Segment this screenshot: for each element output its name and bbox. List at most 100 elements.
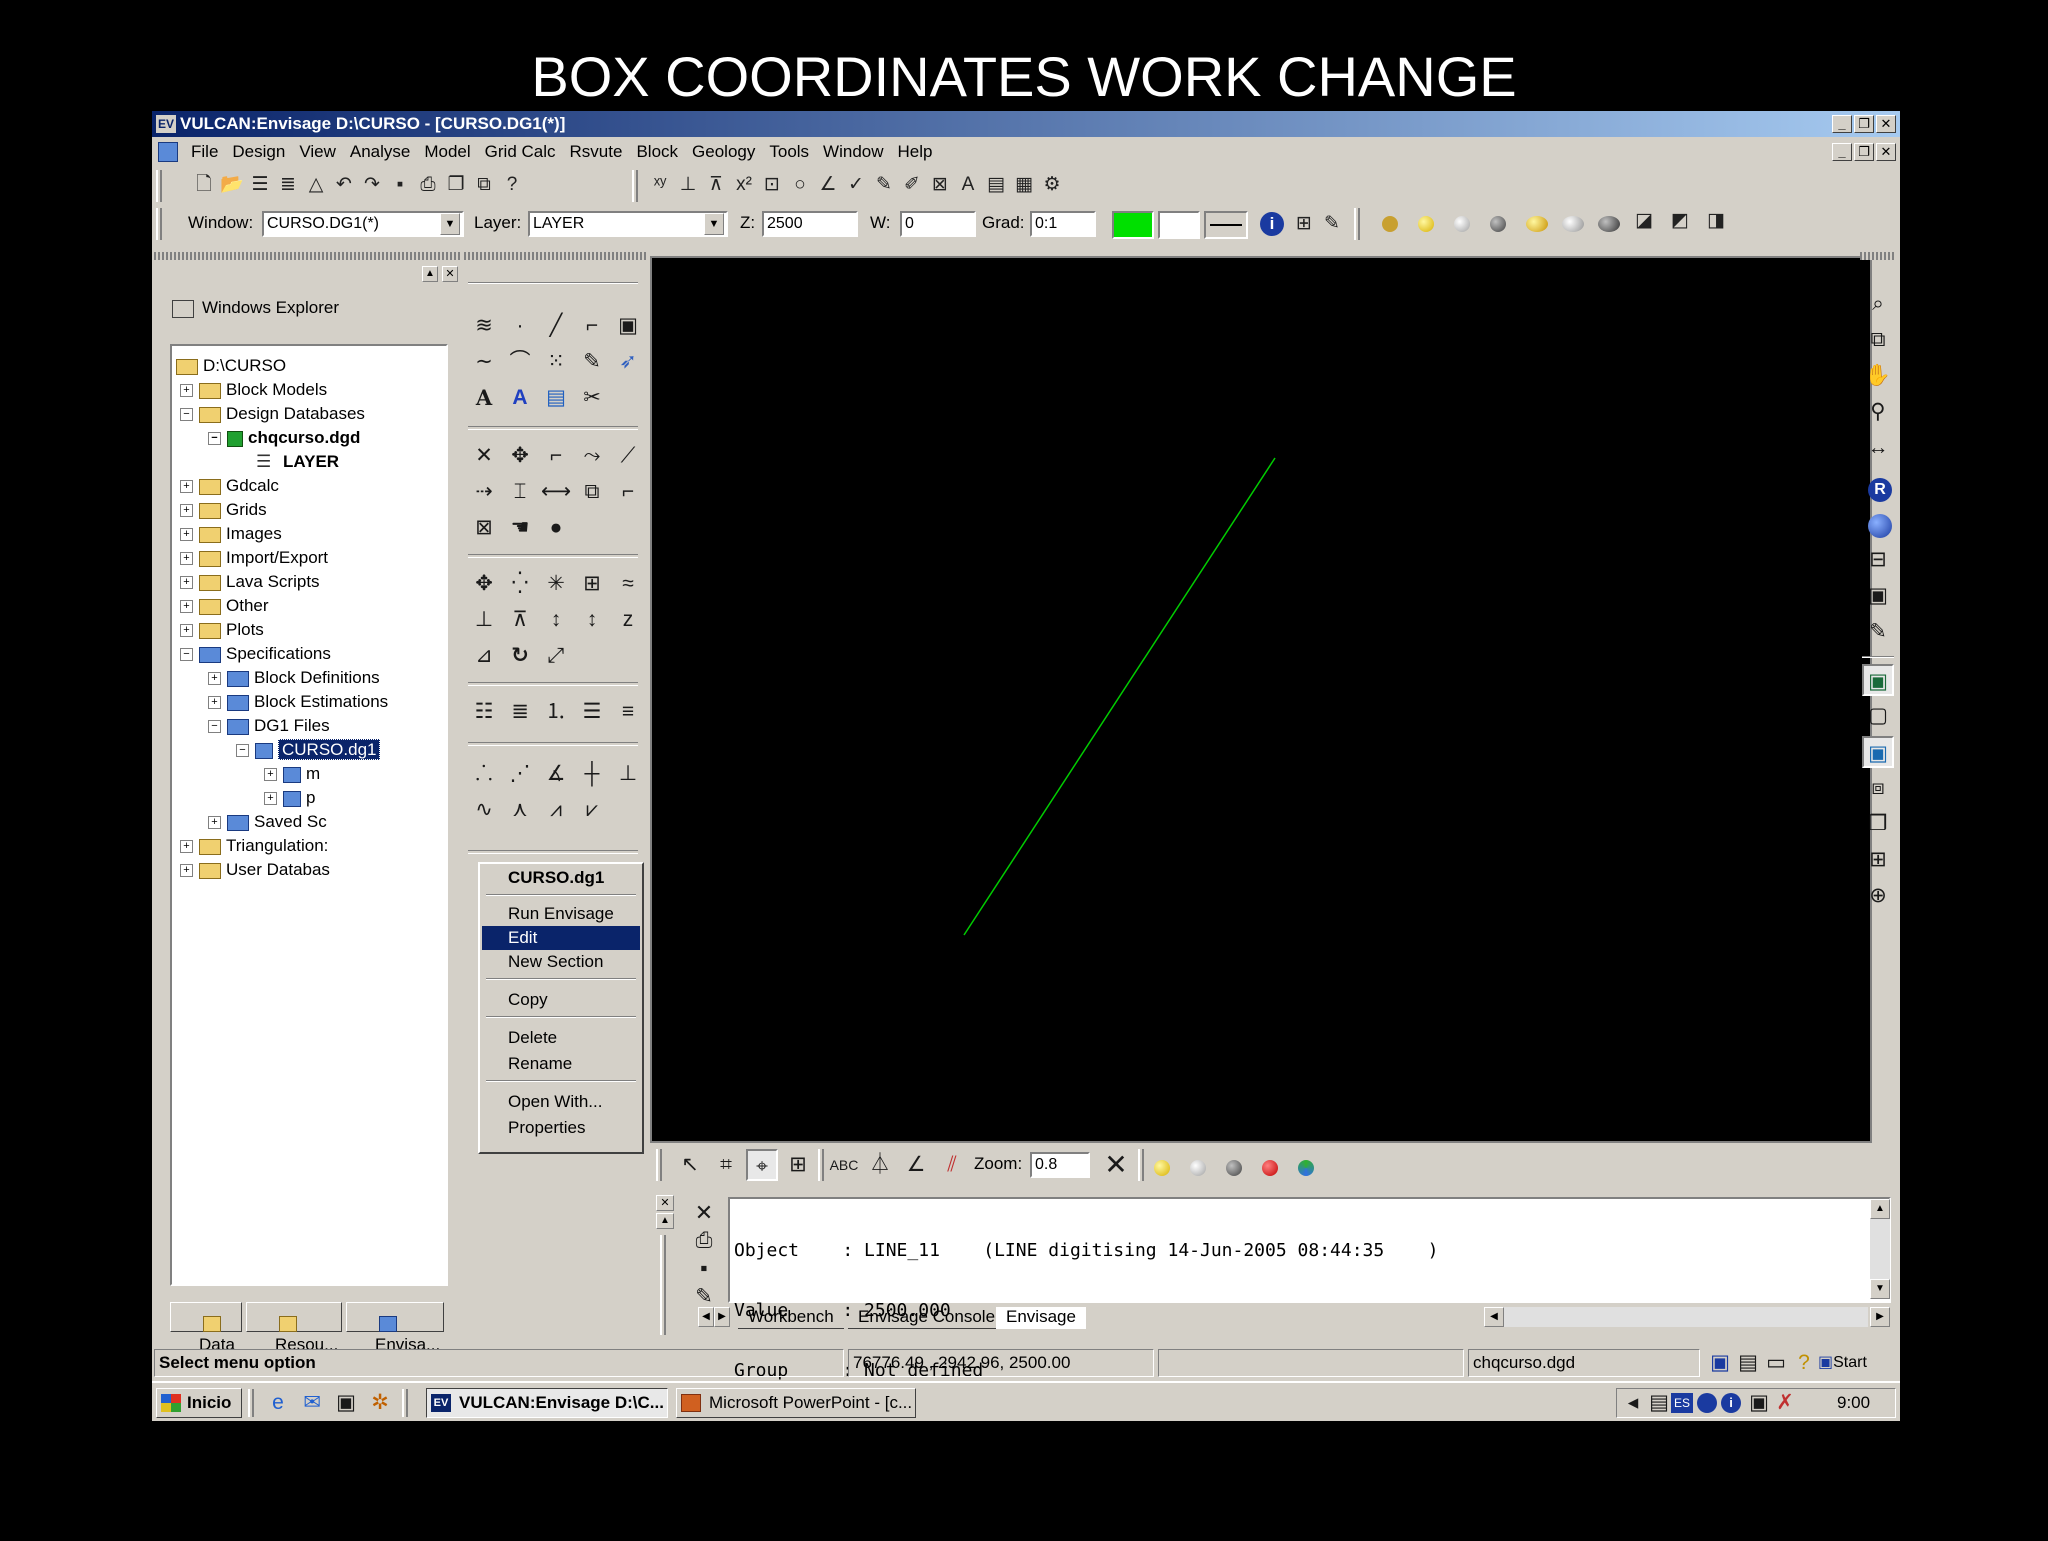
scatter-icon[interactable]: ⁛ [504, 568, 536, 600]
task-vulcan[interactable]: EV VULCAN:Envisage D:\C... [426, 1388, 668, 1418]
expand-icon[interactable]: + [180, 504, 193, 518]
tree-node-images[interactable]: + Images [180, 522, 282, 546]
menu-edit[interactable]: Edit [482, 926, 640, 950]
menu-delete[interactable]: Delete [482, 1026, 640, 1050]
list-move-icon[interactable]: ☰ [576, 696, 608, 728]
status-help-icon[interactable]: ? [1788, 1347, 1820, 1379]
menu-analyse[interactable]: Analyse [343, 139, 417, 165]
expand-icon[interactable]: + [180, 528, 193, 542]
expand-icon[interactable]: + [180, 576, 193, 590]
zoom-field[interactable]: 0.8 [1030, 1152, 1090, 1178]
expand-icon[interactable]: + [208, 816, 221, 830]
tab-resources[interactable]: Resou... [246, 1302, 342, 1354]
tree-node-block-estimations[interactable]: + Block Estimations [208, 690, 388, 714]
exponent-icon[interactable]: x² [730, 171, 758, 199]
fillet-icon[interactable]: ⌐ [612, 476, 644, 508]
menu-design[interactable]: Design [225, 139, 292, 165]
menu-rsvute[interactable]: Rsvute [563, 139, 630, 165]
tree-node-saved[interactable]: + Saved Sc [208, 810, 327, 834]
layer-select[interactable]: LAYER [528, 211, 728, 237]
report-icon[interactable]: ▦ [1010, 171, 1038, 199]
console-resize-grip[interactable] [660, 1235, 666, 1335]
tree-node-specifications[interactable]: − Specifications [180, 642, 331, 666]
reshape-icon[interactable]: ⟋ [612, 440, 644, 472]
text-tool-icon[interactable]: A [468, 382, 500, 414]
numbered-list-icon[interactable]: ⒈ [540, 696, 572, 728]
box-icon[interactable]: ⊠ [468, 512, 500, 544]
point-scatter-icon[interactable]: ⋰ [504, 758, 536, 790]
polygon-icon[interactable]: ⌐ [576, 310, 608, 342]
break-icon[interactable]: ⌐ [540, 440, 572, 472]
pan-zoom-icon[interactable]: ⚲ [1862, 396, 1894, 428]
white-light-icon[interactable] [1190, 1157, 1206, 1177]
menu-geology[interactable]: Geology [685, 139, 762, 165]
tree-node-m[interactable]: + m [264, 762, 320, 786]
panel-close-button[interactable]: ✕ [442, 266, 458, 282]
join-icon[interactable]: ⤳ [576, 440, 608, 472]
line-icon[interactable]: ╱ [540, 310, 572, 342]
pan-icon[interactable]: ✋ [1862, 360, 1894, 392]
query-icon[interactable]: ⊡ [758, 171, 786, 199]
underline-icon[interactable]: ⊥ [612, 758, 644, 790]
pen-edit-icon[interactable]: ✎ [1318, 210, 1346, 238]
snap-point-icon[interactable]: ⌖ [746, 1149, 778, 1181]
cube-icon[interactable]: ⧈ [1862, 772, 1894, 804]
w-field[interactable]: 0 [900, 211, 976, 237]
tree-node-import-export[interactable]: + Import/Export [180, 546, 328, 570]
hand-icon[interactable]: ☚ [504, 512, 536, 544]
globe-icon[interactable] [1868, 514, 1892, 538]
design-line[interactable] [963, 457, 1276, 936]
toolbar-grip-5[interactable] [656, 1149, 662, 1181]
palette-grip[interactable] [464, 252, 648, 260]
menu-rename[interactable]: Rename [482, 1052, 640, 1076]
triangle-icon[interactable]: △ [302, 171, 330, 199]
tree-node-lava-scripts[interactable]: + Lava Scripts [180, 570, 320, 594]
layer-stack-icon[interactable]: ≋ [468, 310, 500, 342]
menu-new-section[interactable]: New Section [482, 950, 640, 974]
list-filter-icon[interactable]: ≡ [612, 696, 644, 728]
list-edit-icon[interactable]: ≣ [504, 696, 536, 728]
hscroll-track[interactable] [1504, 1307, 1868, 1327]
menu-grid-calc[interactable]: Grid Calc [478, 139, 563, 165]
toolbar-grip-3[interactable] [156, 208, 162, 240]
tab-envisage[interactable]: Envisa... [346, 1302, 444, 1354]
copy-object-icon[interactable]: ⧉ [576, 476, 608, 508]
tree-node-triangulation[interactable]: + Triangulation: [180, 834, 328, 858]
redo-icon[interactable]: ↷ [358, 171, 386, 199]
collapse-icon[interactable]: − [208, 720, 221, 734]
arc-icon[interactable]: ⌒ [504, 346, 536, 378]
yellow-light-icon[interactable] [1154, 1157, 1170, 1177]
select-arrow-icon[interactable]: ↖ [674, 1149, 706, 1181]
doc-close-button[interactable]: ✕ [1876, 143, 1896, 161]
collapse-icon[interactable]: − [180, 408, 193, 422]
language-indicator[interactable]: ES [1671, 1393, 1693, 1413]
pick-icon[interactable]: ✓ [842, 171, 870, 199]
explode-icon[interactable]: ✳ [540, 568, 572, 600]
white-ball-icon[interactable] [1454, 213, 1470, 233]
chevron-down-icon[interactable]: ▼ [440, 213, 460, 235]
z-shift-icon[interactable]: ↕ [576, 604, 608, 636]
secondary-color-swatch[interactable] [1158, 211, 1200, 239]
tab-scroll-left[interactable]: ◀ [698, 1307, 714, 1327]
tree-node-dg1-files[interactable]: − DG1 Files [208, 714, 330, 738]
vertex-add-icon[interactable]: ⩘ [540, 794, 572, 826]
hscroll-right[interactable]: ▶ [1870, 1307, 1890, 1327]
render-gray-icon[interactable]: ◨ [1702, 207, 1730, 235]
panel-maximize-button[interactable]: ▲ [422, 266, 438, 282]
doc-restore-button[interactable]: ❐ [1854, 143, 1874, 161]
attributes-edit-icon[interactable]: ⊞ [1290, 210, 1318, 238]
menu-model[interactable]: Model [417, 139, 477, 165]
delete-icon[interactable]: ✕ [468, 440, 500, 472]
menu-copy[interactable]: Copy [482, 988, 640, 1012]
expand-icon[interactable]: + [208, 696, 221, 710]
status-start[interactable]: ▣Start [1818, 1351, 1867, 1375]
z-level-icon[interactable]: ⊼ [504, 604, 536, 636]
text-icon[interactable]: A [954, 171, 982, 199]
edit-point-icon[interactable]: ✎ [870, 171, 898, 199]
desktop-icon[interactable]: ▣ [330, 1387, 362, 1419]
z-raise-icon[interactable]: ⊿ [468, 640, 500, 672]
start-button[interactable]: Inicio [156, 1388, 242, 1418]
freehand-icon[interactable]: ✎ [576, 346, 608, 378]
gray-ball-icon[interactable] [1490, 213, 1506, 233]
menu-file[interactable]: File [184, 139, 225, 165]
